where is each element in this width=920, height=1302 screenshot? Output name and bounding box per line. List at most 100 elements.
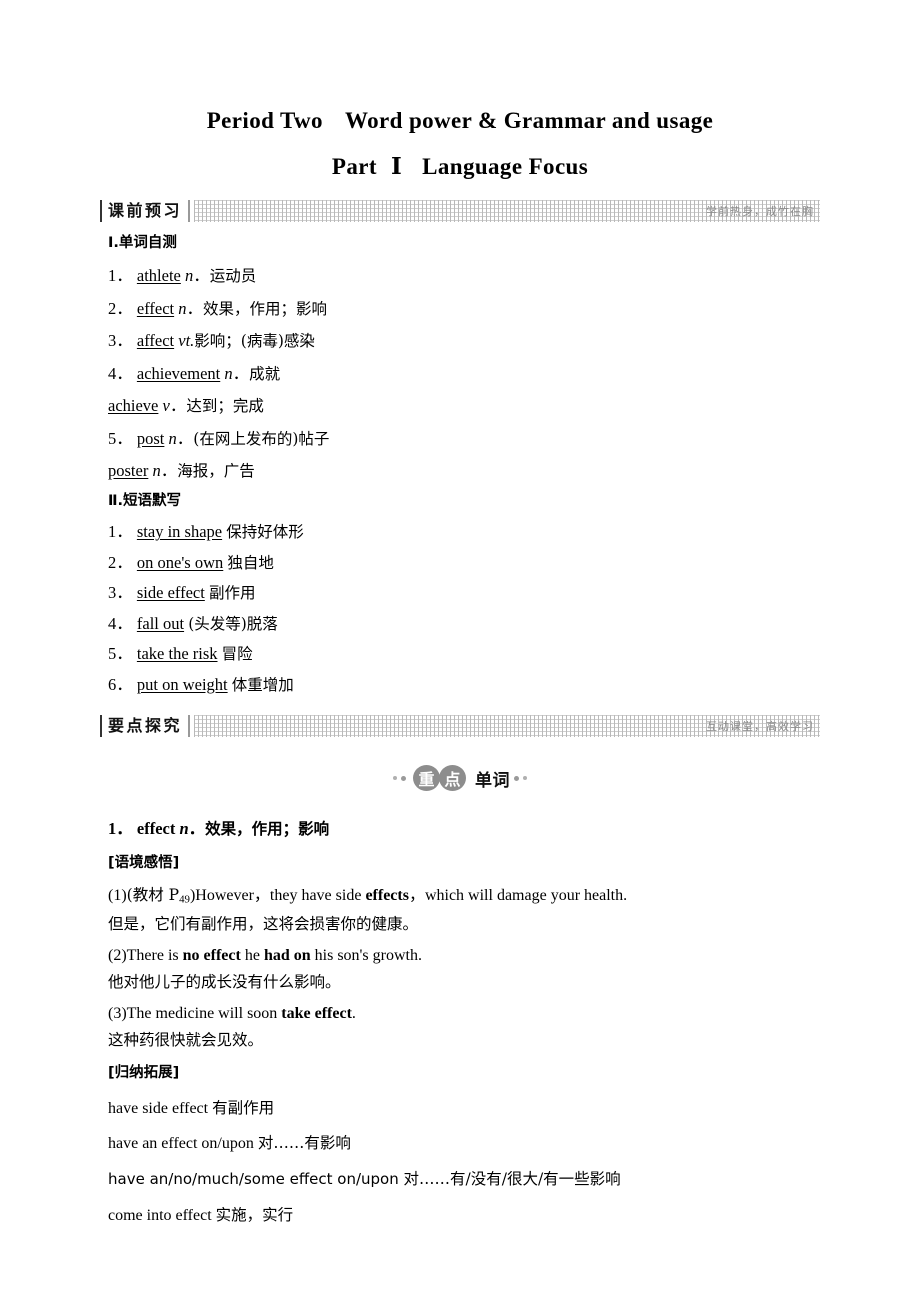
entry-part-of-speech: n <box>179 819 189 839</box>
list-item: 4 fall out (头发等)脱落 <box>108 602 820 633</box>
item-number: 6 <box>108 676 133 694</box>
decorative-dot-icon <box>393 776 397 781</box>
keyword-pill-char-2: 点 <box>439 765 466 792</box>
example-source-prefix: (教材 P <box>126 886 180 905</box>
vocab-term: athlete <box>136 266 181 286</box>
vocab-definition: 运动员 <box>209 267 257 286</box>
list-item-continuation: poster n．海报，广告 <box>108 461 255 481</box>
vocab-definition: 影响；(病毒)感染 <box>194 332 315 351</box>
list-item: 5 take the risk 冒险 <box>108 632 820 663</box>
decorative-dot-icon <box>401 775 406 781</box>
example-translation: 这种药很快就会见效。 <box>108 1031 264 1050</box>
vocab-term: achievement <box>136 363 221 383</box>
extension-item: have side effect 有副作用 <box>108 1082 820 1118</box>
extension-english: have an effect on/upon <box>108 1135 258 1153</box>
item-number: 3 <box>108 333 133 350</box>
vocab-definition: 海报，广告 <box>177 462 255 481</box>
banner-note-text: 互动课堂，高效学习 <box>706 719 814 733</box>
list-item: 3 side effect 副作用 <box>108 571 820 602</box>
entry-heading: 1 effect n．效果，作用；影响 <box>108 793 820 839</box>
example-text-after: . <box>351 1004 356 1022</box>
vocab-term: achieve <box>108 396 159 416</box>
list-item: 1 athlete n．运动员 <box>108 252 820 285</box>
vocab-definition: 成就 <box>249 364 281 383</box>
part-of-speech: n <box>178 298 187 318</box>
decorative-dot-icon <box>514 775 519 781</box>
example-text-mid: he <box>240 946 264 964</box>
part-of-speech: n <box>224 363 233 383</box>
example-text-before: The medicine will soon <box>126 1004 282 1022</box>
extension-english: have side effect <box>108 1099 213 1117</box>
example-index: (1) <box>108 887 127 905</box>
phrase-definition: 体重增加 <box>231 675 294 694</box>
example-highlight: take effect <box>281 1004 352 1022</box>
extension-english: come into effect <box>108 1207 216 1225</box>
phrase-definition: 独自地 <box>227 553 274 572</box>
phrase-term: fall out <box>136 613 185 633</box>
extension-chinese: 对……有影响 <box>257 1134 351 1153</box>
period-label: Period Two <box>206 108 323 133</box>
phrase-definition: 副作用 <box>208 584 256 603</box>
heading-word-selftest: Ⅰ.单词自测 <box>108 235 177 251</box>
section-banner-title: 要点探究 <box>100 715 191 738</box>
section-banner-title: 课前预习 <box>100 200 191 222</box>
part-of-speech: v <box>162 396 170 416</box>
extension-chinese: 对……有/没有/很大/有一些影响 <box>403 1170 621 1189</box>
example-translation: 他对他儿子的成长没有什么影响。 <box>108 973 341 992</box>
page-title-line-1: Period Two Word power & Grammar and usage <box>100 0 820 134</box>
example-index: (3) <box>108 1004 127 1022</box>
list-item: 2 effect n．效果，作用；影响 <box>108 285 820 318</box>
list-item: 5 post n．(在网上发布的)帖子 <box>108 415 820 448</box>
keyword-pill-tail: 单词 <box>475 770 510 791</box>
list-item: 3 affect vt.影响；(病毒)感染 <box>108 317 820 350</box>
extension-chinese: 实施，实行 <box>215 1206 294 1225</box>
example-index: (2) <box>108 946 127 964</box>
item-number: 4 <box>108 615 133 633</box>
vocab-definition: (在网上发布的)帖子 <box>193 429 330 448</box>
section-banner-keypoints: 要点探究 互动课堂，高效学习 <box>100 715 820 738</box>
banner-decorative-strip: 学前热身，成竹在胸 <box>194 200 820 222</box>
list-item: 1 stay in shape 保持好体形 <box>108 510 820 541</box>
phrase-term: put on weight <box>136 674 228 694</box>
phrase-term: side effect <box>136 583 205 603</box>
vocab-definition: 效果，作用；影响 <box>203 299 328 318</box>
item-number: 5 <box>108 646 133 663</box>
vocab-term: poster <box>108 461 149 481</box>
entry-definition: 效果，作用；影响 <box>205 820 330 839</box>
list-item-continuation: achieve v．达到；完成 <box>108 396 264 416</box>
item-number: 5 <box>108 430 133 448</box>
document-page: Period Two Word power & Grammar and usage… <box>0 0 920 1302</box>
phrase-term: on one's own <box>136 552 224 572</box>
example-highlight-2: had on <box>263 946 311 964</box>
part-topic-label: Language Focus <box>422 154 589 179</box>
part-numeral: Ⅰ <box>390 154 403 179</box>
example-highlight: effects <box>365 887 409 905</box>
unit-topic-label: Word power & Grammar and usage <box>344 108 714 133</box>
example-sentence: (1)(教材 P49)However，they have side effect… <box>108 872 820 906</box>
example-highlight: no effect <box>182 946 241 964</box>
example-text-after: his son's growth. <box>310 946 422 964</box>
example-sentence: (3)The medicine will soon take effect. <box>108 991 820 1023</box>
list-item: 4 achievement n．成就 <box>108 350 820 383</box>
extension-item: have an/no/much/some effect on/upon 对……有… <box>108 1153 820 1189</box>
part-of-speech: n <box>168 428 177 448</box>
extension-item: have an effect on/upon 对……有影响 <box>108 1117 820 1153</box>
vocab-term: affect <box>136 331 175 351</box>
vocab-term: effect <box>136 298 175 318</box>
vocab-definition: 达到；完成 <box>186 397 264 416</box>
banner-decorative-strip: 互动课堂，高效学习 <box>194 715 820 738</box>
item-number: 1 <box>108 524 133 541</box>
example-source-page: 49 <box>179 893 190 906</box>
extension-item: come into effect 实施，实行 <box>108 1189 820 1225</box>
example-text-before: There is <box>126 946 183 964</box>
item-number: 4 <box>108 365 133 383</box>
entry-number: 1 <box>108 815 133 839</box>
phrase-definition: (头发等)脱落 <box>188 614 278 633</box>
entry-term: effect <box>136 819 176 839</box>
decorative-dot-icon <box>523 776 527 781</box>
item-number: 2 <box>108 300 133 318</box>
example-text-after: ，which will damage your health. <box>408 887 628 905</box>
extension-english: have an/no/much/some effect on/upon <box>108 1170 404 1189</box>
extension-chinese: 有副作用 <box>212 1098 275 1117</box>
phrase-definition: 保持好体形 <box>226 523 304 542</box>
